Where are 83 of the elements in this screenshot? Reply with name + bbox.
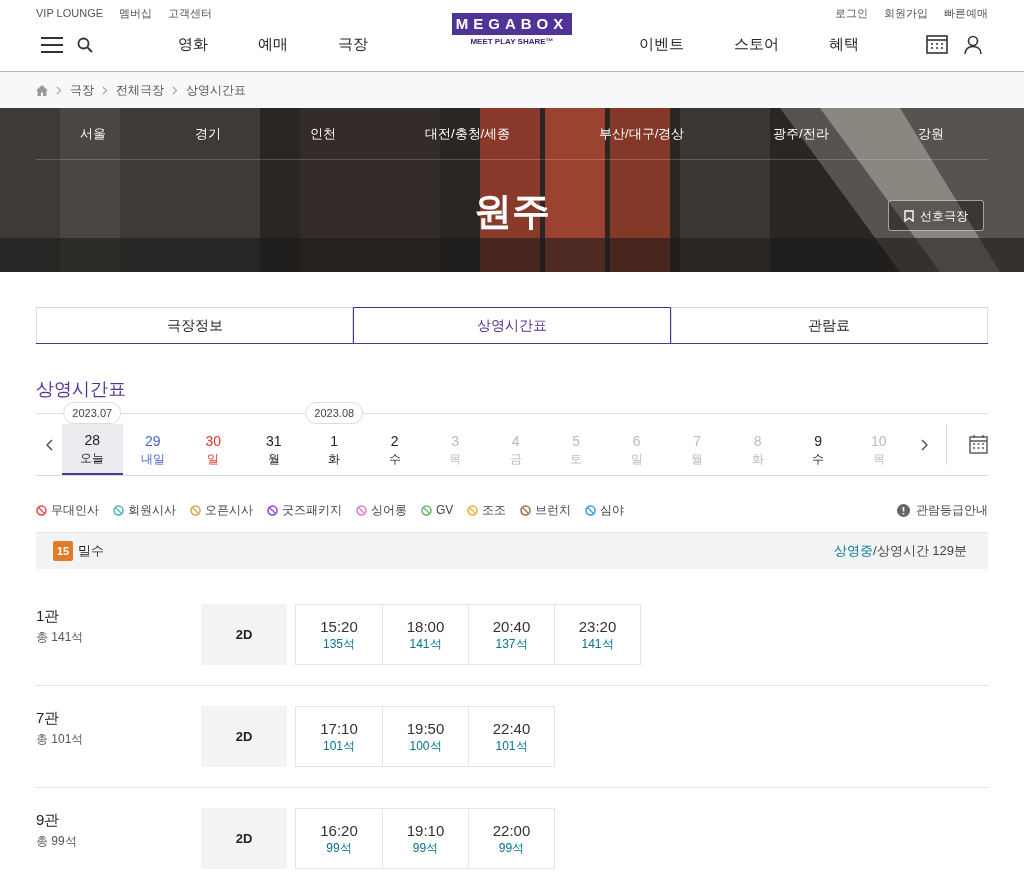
user-icon[interactable]: [964, 35, 982, 54]
breadcrumb-link[interactable]: 상영시간표: [186, 81, 246, 99]
tab[interactable]: 관람료: [670, 307, 988, 343]
region-link[interactable]: 광주/전라: [773, 123, 829, 144]
home-icon[interactable]: [36, 84, 48, 96]
date-item[interactable]: 1 화: [304, 424, 365, 475]
showtime-button[interactable]: 16:20 99석: [296, 809, 382, 868]
legend-label: GV: [436, 502, 454, 519]
month-label: 2023.08: [305, 402, 364, 424]
showtime-button[interactable]: 15:20 135석: [296, 605, 382, 664]
top-link[interactable]: 고객센터: [168, 5, 213, 22]
nav-link[interactable]: 예매: [258, 33, 288, 56]
showtime-button[interactable]: 19:10 99석: [382, 809, 468, 868]
format-label: 2D: [201, 706, 287, 767]
format-label: 2D: [201, 604, 287, 665]
legend-label: 무대인사: [51, 502, 99, 519]
bookmark-icon: [904, 209, 914, 222]
theater-title: 원주: [474, 188, 550, 234]
region-link[interactable]: 인천: [310, 123, 337, 144]
date-item[interactable]: 28 오늘: [62, 424, 123, 475]
date-item[interactable]: 29 내일: [122, 424, 183, 475]
screen-name: 7관: [36, 708, 61, 728]
showtime-button[interactable]: 19:50 100석: [382, 707, 468, 766]
chevron-left-icon: [45, 438, 53, 451]
showtime-button[interactable]: 23:20 141석: [554, 605, 640, 664]
format-label: 2D: [201, 808, 287, 869]
chevron-right-icon: [172, 85, 178, 95]
legend-label: 싱어롱: [371, 502, 407, 519]
breadcrumb-link[interactable]: 전체극장: [116, 81, 164, 99]
tab[interactable]: 극장정보: [36, 307, 354, 343]
region-link[interactable]: 서울: [80, 123, 107, 144]
top-link[interactable]: VIP LOUNGE: [36, 5, 104, 22]
screen-name: 9관: [36, 810, 61, 830]
nav-link[interactable]: 스토어: [734, 33, 779, 56]
legend-label: 심야: [600, 502, 625, 519]
info-icon: [897, 503, 910, 517]
age-rating-badge: 15: [53, 541, 73, 561]
date-item[interactable]: 30 일: [183, 424, 244, 475]
nav-link[interactable]: 혜택: [829, 33, 859, 56]
movie-title: 밀수: [78, 542, 104, 561]
region-link[interactable]: 경기: [195, 123, 222, 144]
legend-label: 조조: [482, 502, 507, 519]
menu-icon[interactable]: [41, 36, 63, 53]
seat-total: 총 99석: [36, 833, 78, 850]
seat-total: 총 101석: [36, 731, 85, 748]
showtime-button[interactable]: 22:40 101석: [468, 707, 554, 766]
top-link[interactable]: 로그인: [835, 5, 868, 22]
nav-link[interactable]: 극장: [338, 33, 368, 56]
top-link[interactable]: 멤버십: [119, 5, 153, 22]
calendar-icon[interactable]: [926, 35, 948, 54]
region-link[interactable]: 부산/대구/경상: [599, 123, 685, 144]
nav-link[interactable]: 영화: [178, 33, 208, 56]
screen-name: 1관: [36, 606, 61, 626]
favorite-button[interactable]: 선호극장: [888, 200, 984, 231]
chevron-right-icon: [102, 85, 108, 95]
chevron-right-icon: [56, 85, 62, 95]
top-link[interactable]: 회원가입: [884, 5, 928, 22]
legend-label: 회원시사: [128, 502, 176, 519]
rating-guide-link[interactable]: 관람등급안내: [897, 501, 988, 519]
month-label: 2023.07: [63, 402, 122, 424]
calendar-button[interactable]: [946, 424, 988, 465]
chevron-right-icon: [920, 438, 928, 451]
legend-label: 오픈시사: [205, 502, 253, 519]
search-icon[interactable]: [77, 36, 93, 53]
date-item[interactable]: 2 수: [364, 424, 425, 475]
section-title: 상영시간표: [36, 378, 127, 401]
movie-status: 상영중/상영시간 129분: [834, 542, 967, 561]
legend-label: 브런치: [535, 502, 572, 519]
top-link[interactable]: 빠른예매: [944, 5, 988, 22]
tab[interactable]: 상영시간표: [353, 307, 671, 343]
showtime-button[interactable]: 20:40 137석: [468, 605, 554, 664]
region-link[interactable]: 대전/충청/세종: [424, 123, 511, 144]
showtime-button[interactable]: 18:00 141석: [382, 605, 468, 664]
calendar-icon: [969, 435, 988, 454]
nav-link[interactable]: 이벤트: [639, 33, 684, 56]
showtime-button[interactable]: 17:10 101석: [296, 707, 382, 766]
region-link[interactable]: 강원: [917, 123, 944, 144]
date-item[interactable]: 9 수: [788, 424, 849, 475]
legend-label: 굿즈패키지: [282, 502, 342, 519]
showtime-button[interactable]: 22:00 99석: [468, 809, 554, 868]
seat-total: 총 141석: [36, 629, 85, 646]
breadcrumb-link[interactable]: 극장: [70, 81, 94, 99]
date-item[interactable]: 31 월: [243, 424, 304, 475]
